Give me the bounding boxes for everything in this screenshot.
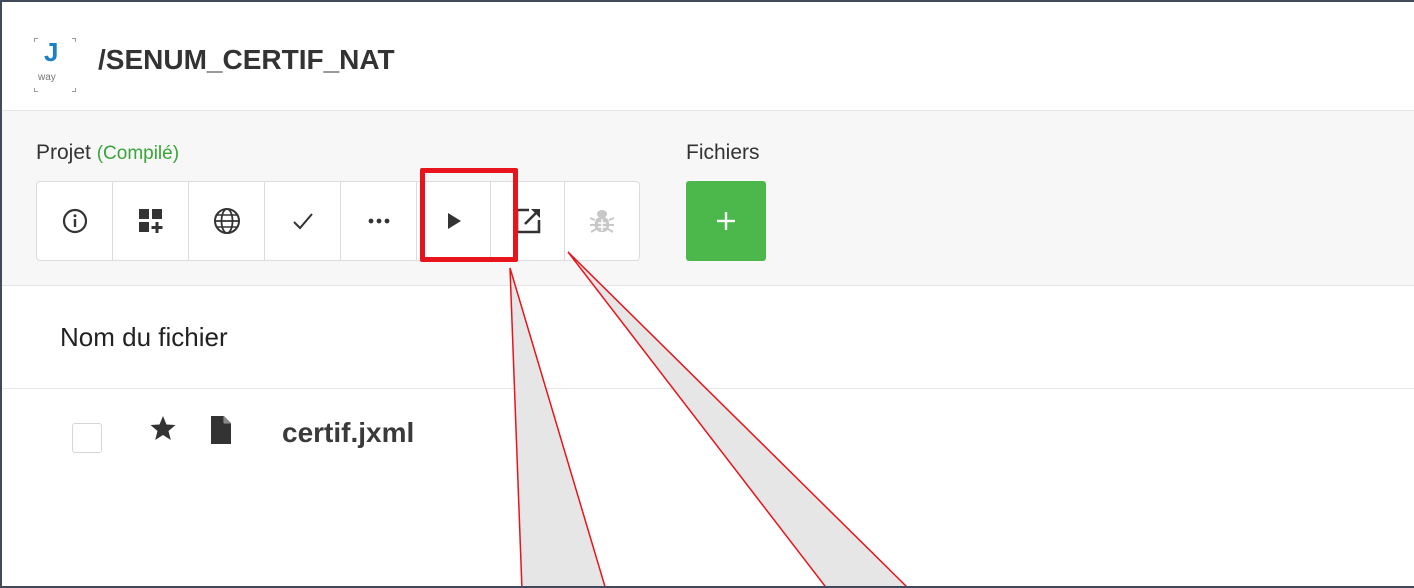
- callout-open-external: [567, 251, 908, 586]
- callout-overlay: [509, 251, 908, 586]
- app-window: J way /SENUM_CERTIF_NAT Projet (Compilé)…: [0, 0, 1414, 588]
- run-button-highlight: [420, 168, 518, 262]
- callout-run: [509, 267, 606, 586]
